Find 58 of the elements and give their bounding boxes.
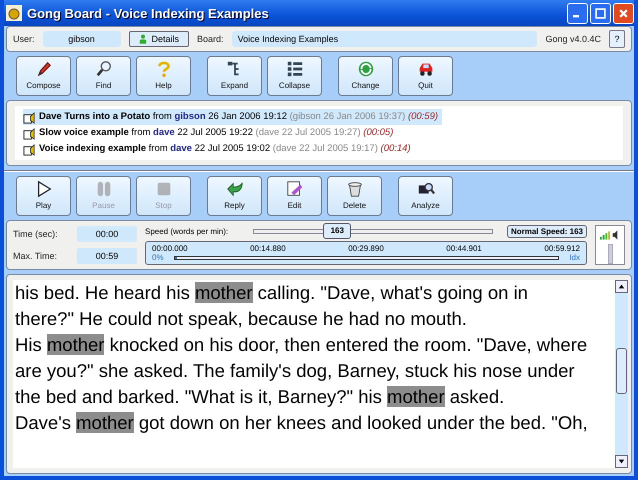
max-time-field: 00:59 [77,248,137,264]
app-icon [6,5,22,21]
stop-icon [154,180,172,198]
speaker-document-icon [23,126,36,140]
toolbar-button[interactable]: Find [76,56,131,96]
toolbar-button[interactable]: Edit [267,176,322,216]
timeline-tick: 00:29.890 [348,244,384,253]
version-text: Gong v4.0.4C [545,34,601,44]
minimize-icon [572,15,578,18]
magnifier-icon [94,60,112,78]
toolbar-button[interactable]: Delete [327,176,382,216]
maximize-icon [595,8,606,18]
timeline-tick: 00:14.880 [250,244,286,253]
progress-percent: 0% [152,253,164,262]
board-label: Board: [197,34,224,44]
volume-control[interactable] [595,225,625,265]
minimize-button[interactable] [567,2,588,24]
normal-speed-button[interactable]: Normal Speed: 163 [506,225,587,238]
index-label: Idx [569,253,580,262]
max-time-label: Max. Time: [13,251,58,261]
recycle-icon [356,60,374,78]
user-label: User: [13,34,35,44]
maximize-button[interactable] [590,2,611,24]
close-icon [618,8,629,18]
message-item[interactable]: Voice indexing example from dave 22 Jul 2005 19:02 (dave 22 Jul 2005 19:17) (00:14) [23,141,415,157]
toolbar-button[interactable]: Analyze [398,176,453,216]
time-label: Time (sec): [13,229,59,239]
trash-icon [346,180,364,198]
edit-icon [286,180,304,198]
toolbar-button[interactable]: Help [136,56,191,96]
help-button[interactable]: ? [609,30,625,48]
toolbar-button[interactable]: Change [338,56,393,96]
reply-arrow-icon [226,180,244,198]
timeline-tick: 00:44.901 [446,244,482,253]
toolbar-button[interactable]: Play [16,176,71,216]
toolbar-button[interactable]: Collapse [267,56,322,96]
toolbar-button[interactable]: Reply [207,176,262,216]
speaker-document-icon [23,142,36,156]
person-icon [138,34,147,44]
message-item[interactable]: Dave Turns into a Potato from gibson 26 Jan 2006 19:12 (gibson 26 Jan 2006 19:37) (00:59) [23,109,442,125]
speed-label: Speed (words per min): [145,227,230,236]
toolbar-button[interactable]: Compose [16,56,71,96]
user-field: gibson [42,31,121,47]
message-item[interactable]: Slow voice example from dave 22 Jul 2005 19:22 (dave 22 Jul 2005 19:27) (00:05) [23,125,398,141]
toolbar-button[interactable]: Quit [398,56,453,96]
close-button[interactable] [613,2,634,24]
timeline-tick: 00:59.912 [544,244,580,253]
speaker-document-icon [23,110,36,124]
scroll-bar[interactable] [615,280,628,468]
time-field: 00:00 [77,226,137,242]
list-icon [286,60,304,78]
speed-slider-thumb[interactable]: 163 [323,223,352,239]
pause-icon [94,180,112,198]
details-button[interactable]: Details [128,31,190,47]
toolbar-button[interactable]: Expand [207,56,262,96]
board-field: Voice Indexing Examples [232,31,538,47]
timeline-tick: 00:00.000 [152,244,188,253]
window-title: Gong Board - Voice Indexing Examples [27,6,270,20]
